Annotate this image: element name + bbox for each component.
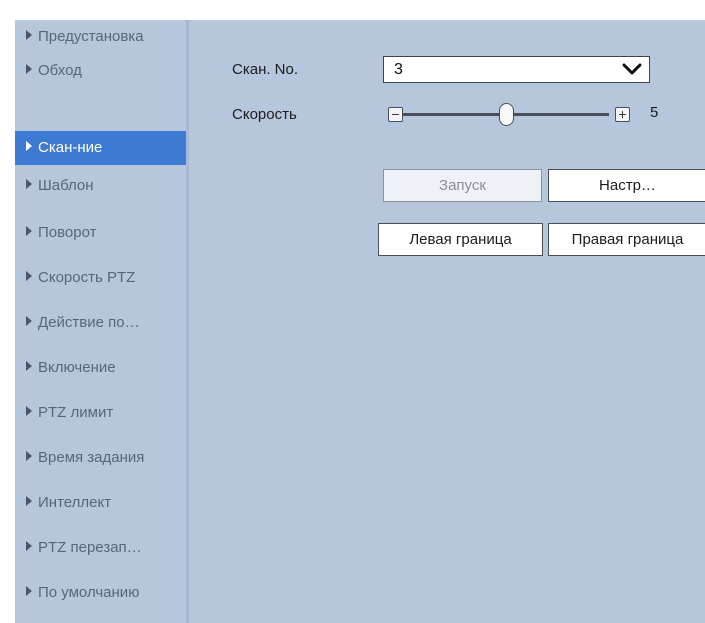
speed-value: 5 [650,104,659,121]
sidebar-item-label: Включение [38,359,116,376]
sidebar-item-ptz-speed[interactable]: Скорость PTZ [15,261,189,295]
sidebar-item-default[interactable]: По умолчанию [15,576,189,610]
triangle-right-icon [26,179,32,190]
sidebar-item-label: По умолчанию [38,584,140,601]
sidebar-item-label: Обход [38,62,82,79]
settings-button[interactable]: Настр… [548,169,705,202]
scan-number-label: Скан. No. [232,61,299,78]
left-limit-button[interactable]: Левая граница [378,223,543,256]
triangle-right-icon [26,316,32,327]
sidebar-item-label: Действие по… [38,314,140,331]
sidebar-item-pan[interactable]: Поворот [15,216,189,250]
triangle-right-icon [26,361,32,372]
triangle-right-icon [26,496,32,507]
sidebar-nav: Предустановка Обход Скан-ние Шаблон Пово… [15,20,189,623]
right-limit-button[interactable]: Правая граница [548,223,705,256]
speed-slider-thumb[interactable] [499,103,514,126]
sidebar-item-tour[interactable]: Обход [15,54,189,88]
triangle-right-icon [26,30,32,41]
sidebar-item-power-up[interactable]: Включение [15,351,189,385]
triangle-right-icon [26,451,32,462]
triangle-right-icon [26,541,32,552]
sidebar-item-label: PTZ перезап… [38,539,142,556]
sidebar-item-intelligent[interactable]: Интеллект [15,486,189,520]
speed-decrease-button[interactable]: − [388,106,403,122]
sidebar-item-label: Скан-ние [38,139,103,156]
sidebar-item-ptz-restart[interactable]: PTZ перезап… [15,531,189,565]
start-button[interactable]: Запуск [383,169,542,202]
sidebar-item-label: Поворот [38,224,97,241]
triangle-right-icon [26,141,32,152]
minus-icon: − [391,106,400,122]
scan-number-select[interactable]: 3 [383,56,650,83]
sidebar-item-label: Время задания [38,449,145,466]
triangle-right-icon [26,586,32,597]
sidebar-item-idle-action[interactable]: Действие по… [15,306,189,340]
plus-icon: + [618,106,627,122]
triangle-right-icon [26,64,32,75]
sidebar-item-label: PTZ лимит [38,404,114,421]
sidebar-item-label: Интеллект [38,494,112,511]
sidebar-item-ptz-limit[interactable]: PTZ лимит [15,396,189,430]
scan-number-value: 3 [394,61,403,78]
sidebar-item-pattern[interactable]: Шаблон [15,169,189,203]
triangle-right-icon [26,406,32,417]
sidebar-item-label: Шаблон [38,177,94,194]
chevron-down-icon [622,63,642,75]
triangle-right-icon [26,226,32,237]
speed-increase-button[interactable]: + [615,106,630,122]
sidebar-item-time-task[interactable]: Время задания [15,441,189,475]
sidebar-item-label: Предустановка [38,28,144,45]
sidebar-item-scan[interactable]: Скан-ние [15,131,186,165]
sidebar-item-preset[interactable]: Предустановка [15,20,189,54]
triangle-right-icon [26,271,32,282]
speed-label: Скорость [232,106,297,123]
speed-slider[interactable]: − + [388,99,638,131]
sidebar-item-label: Скорость PTZ [38,269,136,286]
